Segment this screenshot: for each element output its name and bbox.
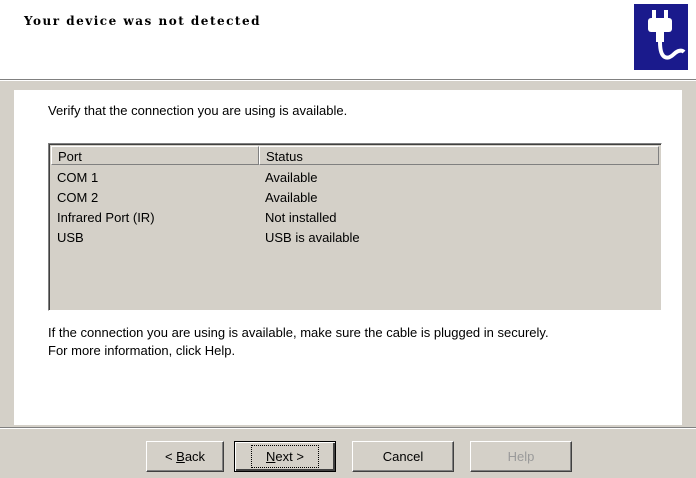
back-label: < Back (165, 449, 205, 464)
back-button[interactable]: < Back (146, 441, 224, 472)
port-name: COM 2 (57, 190, 99, 205)
next-label: Next > (251, 445, 319, 468)
port-status: USB is available (265, 230, 360, 245)
list-item[interactable]: COM 1 Available (57, 168, 565, 188)
header-divider (0, 79, 696, 81)
port-name: USB (57, 230, 84, 245)
port-name: COM 1 (57, 170, 99, 185)
help-hint: If the connection you are using is avail… (48, 324, 549, 360)
next-button[interactable]: Next > (234, 441, 336, 472)
next-mnemonic: N (266, 449, 276, 464)
wizard-header: Your device was not detected (0, 0, 696, 79)
next-label-rest: ext > (275, 449, 304, 464)
back-mnemonic: B (176, 449, 185, 464)
port-status: Not installed (265, 210, 337, 225)
help-hint-line-1: If the connection you are using is avail… (48, 325, 549, 340)
back-label-rest: ack (184, 449, 206, 464)
column-header-port[interactable]: Port (51, 146, 259, 165)
port-status: Available (265, 170, 318, 185)
column-header-status[interactable]: Status (259, 146, 659, 165)
port-name: Infrared Port (IR) (57, 210, 155, 225)
list-item[interactable]: COM 2 Available (57, 188, 565, 208)
device-connection-icon (634, 4, 688, 70)
list-item[interactable]: USB USB is available (57, 228, 565, 248)
wizard-title: Your device was not detected (24, 14, 261, 28)
port-list[interactable]: Port Status COM 1 Available COM 2 Availa… (48, 143, 662, 311)
port-list-header: Port Status (51, 146, 659, 165)
cancel-button[interactable]: Cancel (352, 441, 454, 472)
back-prefix: < (164, 449, 177, 464)
help-button[interactable]: Help (470, 441, 572, 472)
intro-text: Verify that the connection you are using… (48, 103, 348, 118)
help-hint-line-2: For more information, click Help. (48, 343, 236, 358)
port-status: Available (265, 190, 318, 205)
list-item[interactable]: Infrared Port (IR) Not installed (57, 208, 565, 228)
footer-divider (0, 427, 696, 429)
